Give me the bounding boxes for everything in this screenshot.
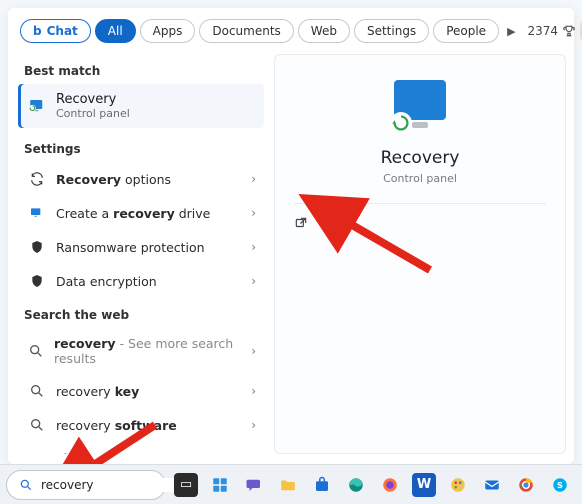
settings-item-recovery-options[interactable]: Recovery options › — [18, 162, 264, 196]
firefox-icon[interactable] — [378, 473, 402, 497]
section-apps-label: Apps (1) — [16, 442, 266, 454]
tabs-row: b Chat All Apps Documents Web Settings P… — [8, 8, 574, 54]
open-external-icon — [294, 216, 308, 230]
detail-subtitle: Control panel — [383, 172, 457, 185]
search-icon — [28, 382, 46, 400]
edge-icon[interactable] — [344, 473, 368, 497]
tab-all[interactable]: All — [95, 19, 136, 43]
tab-documents[interactable]: Documents — [199, 19, 293, 43]
detail-pane: Recovery Control panel Open — [274, 54, 566, 454]
chat-icon[interactable] — [242, 473, 266, 497]
panel-body: Best match Recovery Control panel Settin… — [8, 54, 574, 464]
search-panel: b Chat All Apps Documents Web Settings P… — [8, 8, 574, 464]
settings-item-label: Recovery options — [56, 172, 171, 187]
section-best-match-label: Best match — [16, 54, 266, 84]
web-item-recovery-key[interactable]: recovery key › — [18, 374, 264, 408]
web-item-label: recovery key — [56, 384, 139, 399]
settings-item-label: Ransomware protection — [56, 240, 205, 255]
taskbar-pinned-apps: ▭ W S — [174, 473, 582, 497]
taskbar-search-box[interactable] — [6, 470, 166, 500]
widgets-icon[interactable] — [208, 473, 232, 497]
section-search-web-label: Search the web — [16, 298, 266, 328]
settings-item-ransomware[interactable]: Ransomware protection › — [18, 230, 264, 264]
file-explorer-icon[interactable] — [276, 473, 300, 497]
shield-icon — [28, 238, 46, 256]
chevron-right-icon: › — [251, 344, 256, 358]
chevron-right-icon: › — [251, 206, 256, 220]
settings-item-recovery-drive[interactable]: Create a recovery drive › — [18, 196, 264, 230]
rewards-points: 2374 — [528, 24, 559, 38]
detail-app-icon — [392, 80, 448, 132]
task-view-icon[interactable]: ▭ — [174, 473, 198, 497]
web-item-label: recovery software — [56, 418, 177, 433]
chevron-right-icon: › — [251, 274, 256, 288]
settings-item-data-encryption[interactable]: Data encryption › — [18, 264, 264, 298]
chevron-right-icon: › — [251, 384, 256, 398]
web-item-label: recovery - See more search results — [54, 336, 254, 366]
mail-icon[interactable] — [480, 473, 504, 497]
search-icon — [19, 478, 33, 492]
tab-chat-label: Chat — [47, 24, 78, 38]
settings-item-label: Create a recovery drive — [56, 206, 210, 221]
rewards-counter[interactable]: 2374 — [528, 24, 577, 38]
taskbar: ▭ W S ˄ — [0, 464, 582, 504]
tabs-more-arrow-icon[interactable]: ▶ — [503, 25, 519, 38]
chevron-right-icon: › — [251, 240, 256, 254]
svg-text:S: S — [557, 480, 563, 490]
chevron-right-icon: › — [251, 172, 256, 186]
word-icon[interactable]: W — [412, 473, 436, 497]
web-item-recovery[interactable]: recovery - See more search results › — [18, 328, 264, 374]
chrome-icon[interactable] — [514, 473, 538, 497]
detail-open-action[interactable]: Open — [274, 204, 370, 242]
tab-apps[interactable]: Apps — [140, 19, 196, 43]
web-item-recovery-software[interactable]: recovery software › — [18, 408, 264, 442]
best-match-title: Recovery — [56, 92, 130, 107]
paint-icon[interactable] — [446, 473, 470, 497]
tab-chat[interactable]: b Chat — [20, 19, 91, 43]
sync-icon — [28, 170, 46, 188]
tab-people[interactable]: People — [433, 19, 499, 43]
search-icon — [28, 342, 44, 360]
detail-title: Recovery — [381, 148, 460, 168]
results-list: Best match Recovery Control panel Settin… — [16, 54, 266, 454]
taskbar-search-input[interactable] — [41, 478, 191, 492]
section-settings-label: Settings — [16, 132, 266, 162]
settings-item-label: Data encryption — [56, 274, 157, 289]
chevron-right-icon: › — [251, 418, 256, 432]
tab-web[interactable]: Web — [298, 19, 350, 43]
trophy-icon — [562, 24, 576, 38]
search-icon — [28, 416, 46, 434]
best-match-subtitle: Control panel — [56, 107, 130, 120]
recovery-cpl-icon — [28, 97, 46, 115]
store-icon[interactable] — [310, 473, 334, 497]
bing-b-icon: b — [33, 24, 42, 38]
tab-settings[interactable]: Settings — [354, 19, 429, 43]
skype-icon[interactable]: S — [548, 473, 572, 497]
drive-icon — [28, 204, 46, 222]
shield-lock-icon — [28, 272, 46, 290]
best-match-item[interactable]: Recovery Control panel — [18, 84, 264, 128]
detail-open-label: Open — [318, 216, 350, 230]
